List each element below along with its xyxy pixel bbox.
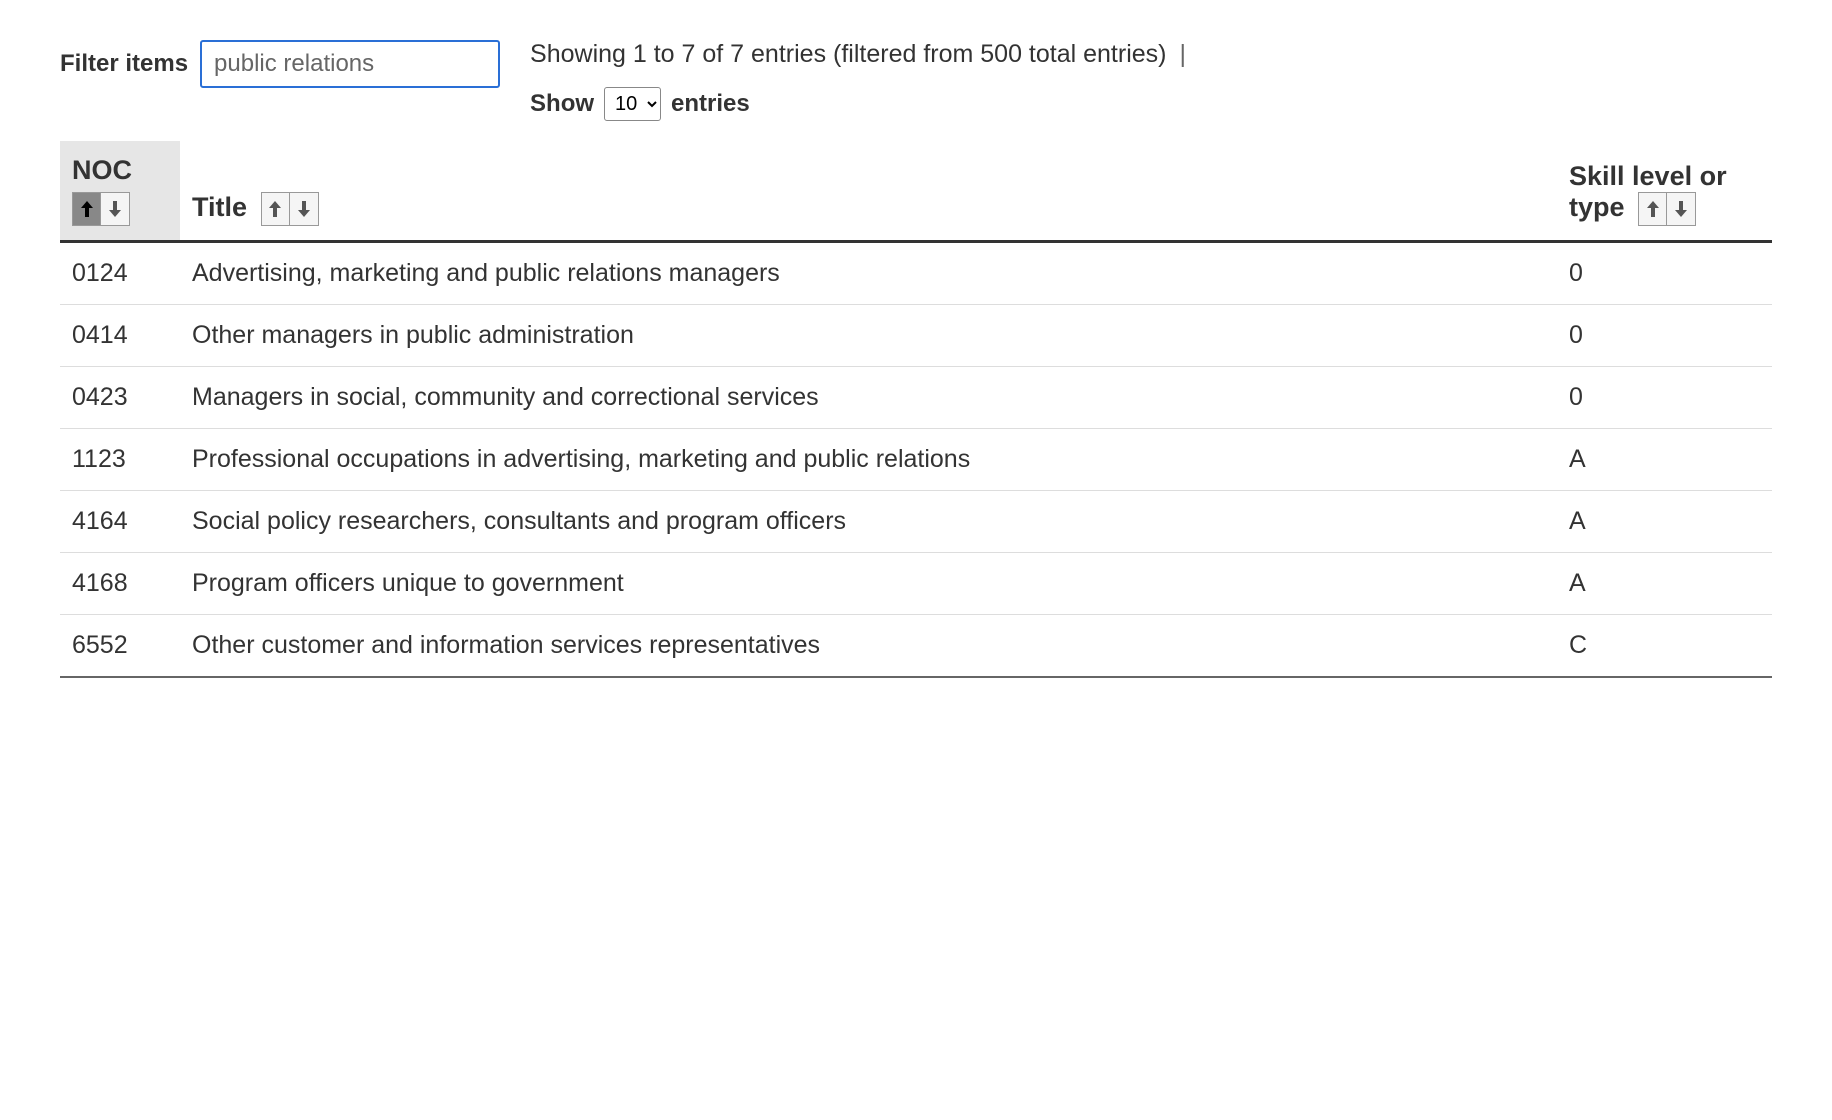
- cell-title: Professional occupations in advertising,…: [180, 429, 1557, 491]
- sort-desc-button[interactable]: [290, 193, 318, 225]
- table-body: 0124 Advertising, marketing and public r…: [60, 242, 1772, 678]
- cell-skill: 0: [1557, 305, 1772, 367]
- column-label-noc: NOC: [72, 155, 168, 186]
- cell-title: Other customer and information services …: [180, 615, 1557, 678]
- noc-table: NOC Title: [60, 141, 1772, 678]
- arrow-down-icon: [107, 200, 123, 218]
- arrow-up-icon: [1645, 200, 1661, 218]
- cell-noc: 0414: [60, 305, 180, 367]
- column-header-title: Title: [180, 141, 1557, 242]
- show-entries-prefix: Show: [530, 90, 594, 118]
- table-row: 4168 Program officers unique to governme…: [60, 553, 1772, 615]
- cell-title: Program officers unique to government: [180, 553, 1557, 615]
- sort-asc-button[interactable]: [1639, 193, 1667, 225]
- filter-label: Filter items: [60, 50, 188, 78]
- cell-title: Managers in social, community and correc…: [180, 367, 1557, 429]
- table-row: 0414 Other managers in public administra…: [60, 305, 1772, 367]
- cell-noc: 0124: [60, 242, 180, 305]
- sort-controls-noc: [72, 192, 130, 226]
- column-header-skill: Skill level or type: [1557, 141, 1772, 242]
- showing-text-value: Showing 1 to 7 of 7 entries (filtered fr…: [530, 40, 1166, 68]
- filter-group: Filter items: [60, 40, 500, 88]
- cell-skill: 0: [1557, 367, 1772, 429]
- arrow-up-icon: [267, 200, 283, 218]
- table-row: 1123 Professional occupations in adverti…: [60, 429, 1772, 491]
- table-row: 4164 Social policy researchers, consulta…: [60, 491, 1772, 553]
- filter-input[interactable]: [200, 40, 500, 88]
- sort-desc-button[interactable]: [101, 193, 129, 225]
- show-entries-group: Show 10 entries: [530, 87, 1186, 121]
- sort-controls-title: [261, 192, 319, 226]
- cell-noc: 4164: [60, 491, 180, 553]
- cell-skill: A: [1557, 553, 1772, 615]
- sort-desc-button[interactable]: [1667, 193, 1695, 225]
- table-row: 0423 Managers in social, community and c…: [60, 367, 1772, 429]
- table-row: 0124 Advertising, marketing and public r…: [60, 242, 1772, 305]
- showing-entries-text: Showing 1 to 7 of 7 entries (filtered fr…: [530, 40, 1186, 69]
- sort-controls-skill: [1638, 192, 1696, 226]
- sort-asc-button[interactable]: [73, 193, 101, 225]
- entries-select[interactable]: 10: [604, 87, 661, 121]
- show-entries-suffix: entries: [671, 90, 750, 118]
- divider-pipe: |: [1173, 40, 1186, 68]
- sort-asc-button[interactable]: [262, 193, 290, 225]
- column-label-title: Title: [192, 192, 247, 222]
- cell-skill: C: [1557, 615, 1772, 678]
- cell-skill: A: [1557, 491, 1772, 553]
- cell-title: Other managers in public administration: [180, 305, 1557, 367]
- cell-title: Social policy researchers, consultants a…: [180, 491, 1557, 553]
- right-controls: Showing 1 to 7 of 7 entries (filtered fr…: [530, 40, 1186, 121]
- cell-title: Advertising, marketing and public relati…: [180, 242, 1557, 305]
- column-header-noc: NOC: [60, 141, 180, 242]
- cell-noc: 1123: [60, 429, 180, 491]
- table-row: 6552 Other customer and information serv…: [60, 615, 1772, 678]
- arrow-down-icon: [296, 200, 312, 218]
- cell-skill: 0: [1557, 242, 1772, 305]
- table-controls: Filter items Showing 1 to 7 of 7 entries…: [60, 40, 1772, 121]
- cell-skill: A: [1557, 429, 1772, 491]
- arrow-up-icon: [79, 200, 95, 218]
- arrow-down-icon: [1673, 200, 1689, 218]
- cell-noc: 6552: [60, 615, 180, 678]
- cell-noc: 0423: [60, 367, 180, 429]
- cell-noc: 4168: [60, 553, 180, 615]
